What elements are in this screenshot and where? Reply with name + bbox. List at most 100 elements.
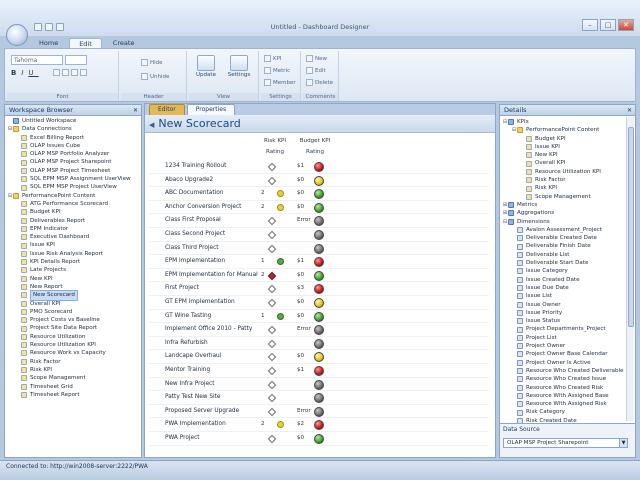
workspace-tree-item[interactable]: Project Costs vs Baseline bbox=[7, 316, 141, 324]
table-row[interactable]: Patty Test New Site bbox=[149, 391, 489, 405]
workspace-tree-item[interactable]: Resource Work vs Capacity bbox=[7, 349, 141, 357]
details-tree-item[interactable]: ⊟ Dimensions bbox=[502, 218, 628, 226]
table-row[interactable]: Proposed Server Upgrade Error bbox=[149, 405, 489, 419]
details-tree-item[interactable]: Issue Category bbox=[502, 267, 628, 275]
details-tree-item[interactable]: Resource With Assigned Base bbox=[502, 392, 628, 400]
workspace-tree-item[interactable]: Project Site Data Report bbox=[7, 324, 141, 332]
kpi-button[interactable]: KPI bbox=[264, 55, 282, 62]
details-tree-item[interactable]: Resource Who Created Deliverable bbox=[502, 367, 628, 375]
table-row[interactable]: Infra Refurbish bbox=[149, 337, 489, 351]
details-tree-item[interactable]: Resource With Assigned Risk bbox=[502, 400, 628, 408]
details-tree-item[interactable]: New KPI bbox=[502, 151, 628, 159]
table-row[interactable]: Class Second Project bbox=[149, 228, 489, 242]
details-tree-item[interactable]: Risk KPI bbox=[502, 184, 628, 192]
details-tree-item[interactable]: Budget KPI bbox=[502, 135, 628, 143]
workspace-tree-item[interactable]: OLAP MSP Project Sharepoint bbox=[7, 158, 141, 166]
workspace-tree-item[interactable]: Deliverables Report bbox=[7, 217, 141, 225]
details-tree-item[interactable]: Risk Factor bbox=[502, 176, 628, 184]
unhide-button[interactable]: Unhide bbox=[141, 73, 169, 80]
member-button[interactable]: Member bbox=[264, 79, 296, 86]
details-tree-item[interactable]: Deliverable Finish Date bbox=[502, 242, 628, 250]
table-row[interactable]: First Project $3 bbox=[149, 282, 489, 296]
details-scrollbar[interactable] bbox=[626, 117, 634, 421]
close-icon[interactable]: ✕ bbox=[618, 19, 634, 31]
workspace-tree-item[interactable]: Timesheet Report bbox=[7, 391, 141, 399]
details-tree-item[interactable]: Issue KPI bbox=[502, 143, 628, 151]
details-tree-item[interactable]: Project Departments_Project bbox=[502, 325, 628, 333]
table-row[interactable]: Class First Proposal Error bbox=[149, 214, 489, 228]
details-tree-item[interactable]: ⊟ KPIs bbox=[502, 118, 628, 126]
details-tree-item[interactable]: Scope Management bbox=[502, 193, 628, 201]
pane-close-icon[interactable]: ✕ bbox=[627, 105, 632, 116]
table-row[interactable]: ABC Documentation 2 $0 bbox=[149, 187, 489, 201]
scrollbar-thumb[interactable] bbox=[628, 127, 634, 327]
table-row[interactable]: Class Third Project bbox=[149, 242, 489, 256]
workspace-tree-item[interactable]: Late Projects bbox=[7, 266, 141, 274]
table-row[interactable]: PWA Implementation 2 $2 bbox=[149, 418, 489, 432]
details-tree-item[interactable]: Overall KPI bbox=[502, 159, 628, 167]
details-tree-item[interactable]: Project Owner Base Calendar bbox=[502, 350, 628, 358]
table-row[interactable]: EPM Implementation 1 $1 bbox=[149, 255, 489, 269]
pane-close-icon[interactable]: ✕ bbox=[133, 105, 138, 116]
workspace-tree-item[interactable]: Resource Utilization KPI bbox=[7, 341, 141, 349]
settings-button[interactable]: Settings bbox=[223, 55, 255, 78]
workspace-tree-item[interactable]: SQL EPM MSP Assignment UserView bbox=[7, 175, 141, 183]
workspace-tree-item[interactable]: New KPI bbox=[7, 275, 141, 283]
workspace-tree-item[interactable]: Budget KPI bbox=[7, 208, 141, 216]
new-comment-button[interactable]: New bbox=[306, 55, 327, 62]
workspace-tree-item[interactable]: ⊟ Data Connections bbox=[7, 125, 141, 133]
metric-button[interactable]: Metric bbox=[264, 67, 290, 74]
workspace-tree-item[interactable]: Scope Management bbox=[7, 374, 141, 382]
details-tree-item[interactable]: Project Owner bbox=[502, 342, 628, 350]
workspace-tree-item[interactable]: Risk KPI bbox=[7, 366, 141, 374]
details-tree-item[interactable]: ⊞ Metrics bbox=[502, 201, 628, 209]
workspace-tree-item[interactable]: Overall KPI bbox=[7, 300, 141, 308]
font-size-select[interactable] bbox=[65, 55, 87, 65]
column-header-budget-kpi[interactable]: Budget KPI bbox=[295, 138, 335, 144]
table-row[interactable]: Implement Office 2010 - Patty Error bbox=[149, 323, 489, 337]
workspace-tree-item[interactable]: New Scorecard bbox=[7, 290, 141, 301]
tab-properties[interactable]: Properties bbox=[186, 104, 236, 115]
hide-button[interactable]: Hide bbox=[141, 59, 163, 66]
workspace-tree-item[interactable]: Resource Utilization bbox=[7, 333, 141, 341]
details-tree-item[interactable]: Avalon Assessment_Project bbox=[502, 226, 628, 234]
format-buttons[interactable]: BIU bbox=[11, 69, 39, 77]
details-tree-item[interactable]: Issue Priority bbox=[502, 309, 628, 317]
edit-comment-button[interactable]: Edit bbox=[306, 67, 326, 74]
table-row[interactable]: New Infra Project bbox=[149, 378, 489, 392]
details-tree-item[interactable]: Resource Who Created Issue bbox=[502, 375, 628, 383]
delete-comment-button[interactable]: Delete bbox=[306, 79, 333, 86]
table-row[interactable]: EPM Implementation for Manual 2 $0 bbox=[149, 269, 489, 283]
details-tree-item[interactable]: Deliverable List bbox=[502, 251, 628, 259]
details-tree-item[interactable]: Issue Due Date bbox=[502, 284, 628, 292]
workspace-tree-item[interactable]: KPI Details Report bbox=[7, 258, 141, 266]
minimize-icon[interactable]: – bbox=[582, 19, 598, 31]
workspace-tree-item[interactable]: Untitled Workspace bbox=[7, 117, 141, 125]
details-tree-item[interactable]: Resource Who Created Risk bbox=[502, 384, 628, 392]
table-row[interactable]: Abaco Upgrade2 $0 bbox=[149, 174, 489, 188]
maximize-icon[interactable]: □ bbox=[600, 19, 616, 31]
workspace-tree-item[interactable]: Timesheet Grid bbox=[7, 383, 141, 391]
update-button[interactable]: Update bbox=[193, 55, 219, 78]
workspace-tree-item[interactable]: OLAP MSP Project Timesheet bbox=[7, 167, 141, 175]
table-row[interactable]: Mentor Training $1 bbox=[149, 364, 489, 378]
workspace-tree-item[interactable]: EPM Indicator bbox=[7, 225, 141, 233]
workspace-tree-item[interactable]: Risk Factor bbox=[7, 358, 141, 366]
workspace-tree-item[interactable]: Executive Dashboard bbox=[7, 233, 141, 241]
details-tree-item[interactable]: ⊟ PerformancePoint Content bbox=[502, 126, 628, 134]
details-tree-item[interactable]: Resource Utilization KPI bbox=[502, 168, 628, 176]
details-tree-item[interactable]: Issue Owner bbox=[502, 301, 628, 309]
table-row[interactable]: GT Wine Tasting 1 $0 bbox=[149, 310, 489, 324]
table-row[interactable]: 1234 Training Rollout $1 bbox=[149, 160, 489, 174]
details-tree-item[interactable]: Issue List bbox=[502, 292, 628, 300]
workspace-tree-item[interactable]: SQL EPM MSP Project UserView bbox=[7, 183, 141, 191]
details-tree-item[interactable]: Risk Category bbox=[502, 408, 628, 416]
font-name-select[interactable]: Tahoma bbox=[11, 55, 63, 65]
workspace-tree-item[interactable]: Excel Billing Report bbox=[7, 134, 141, 142]
table-row[interactable]: Anchor Conversion Project 2 $0 bbox=[149, 201, 489, 215]
details-tree-item[interactable]: Deliverable Start Date bbox=[502, 259, 628, 267]
align-icons[interactable] bbox=[53, 69, 89, 76]
workspace-tree-item[interactable]: Issue KPI bbox=[7, 241, 141, 249]
workspace-tree-item[interactable]: OLAP Issues Cube bbox=[7, 142, 141, 150]
details-tree-item[interactable]: Issue Status bbox=[502, 317, 628, 325]
